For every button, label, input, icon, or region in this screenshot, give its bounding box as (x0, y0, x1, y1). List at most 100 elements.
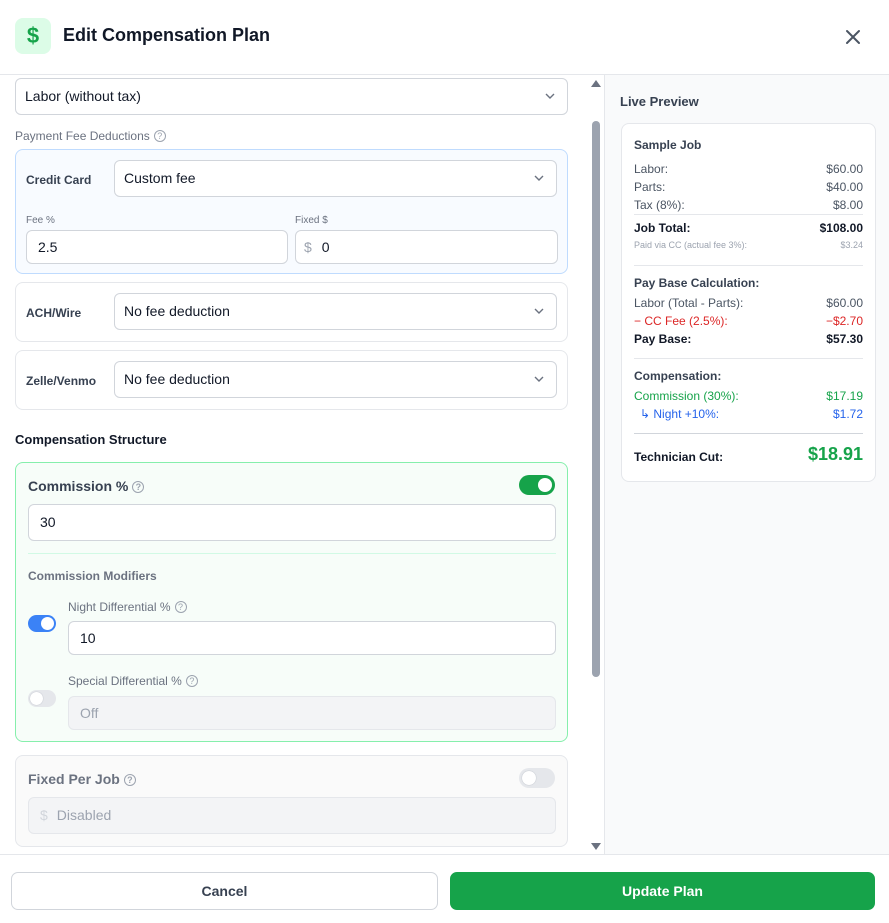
close-icon[interactable] (840, 24, 866, 50)
fixed-per-job-toggle[interactable] (519, 768, 555, 788)
night-preview-value: $1.72 (832, 407, 863, 421)
cancel-button[interactable]: Cancel (11, 872, 438, 910)
chevron-down-icon (534, 175, 544, 181)
special-differential-label: Special Differential %? (68, 674, 198, 688)
labor-minus-parts-value: $60.00 (826, 296, 863, 310)
fee-pct-input[interactable]: 2.5 (26, 230, 288, 264)
scroll-up-arrow-icon[interactable] (591, 80, 601, 87)
commission-card: Commission %? 30 Commission Modifiers Ni… (15, 462, 568, 742)
help-icon[interactable]: ? (185, 675, 198, 687)
dollar-prefix: $ (40, 807, 48, 823)
chevron-down-icon (545, 93, 555, 99)
fixed-fee-label: Fixed $ (295, 215, 328, 226)
commission-label: Commission %? (28, 478, 145, 494)
labor-value: $60.00 (826, 162, 863, 176)
form-scrollbar[interactable] (588, 75, 604, 854)
toggle-knob (538, 478, 552, 492)
credit-card-fee-select-value: Custom fee (124, 170, 196, 186)
payment-fee-label-text: Payment Fee Deductions (15, 129, 150, 143)
dialog-footer: Cancel Update Plan (0, 854, 889, 923)
commission-input[interactable]: 30 (28, 504, 556, 541)
pay-base-select[interactable]: Labor (without tax) (15, 78, 568, 115)
ach-fee-select[interactable]: No fee deduction (114, 293, 557, 330)
night-differential-input[interactable]: 10 (68, 621, 556, 655)
night-differential-toggle[interactable] (28, 615, 56, 632)
scrollbar-thumb[interactable] (592, 121, 600, 677)
sample-job-title: Sample Job (634, 138, 702, 152)
form-panel: Labor (without tax) Payment Fee Deductio… (0, 75, 588, 854)
divider (634, 358, 863, 359)
toggle-knob (522, 771, 536, 785)
fixed-fee-input[interactable]: $0 (295, 230, 558, 264)
night-differential-label-text: Night Differential % (68, 600, 171, 614)
help-icon[interactable]: ? (174, 601, 187, 613)
commission-preview-label: Commission (30%): (634, 389, 739, 403)
tax-label: Tax (8%): (634, 198, 685, 212)
live-preview-panel: Live Preview Sample Job Labor: $60.00 Pa… (604, 75, 889, 854)
scroll-down-arrow-icon[interactable] (591, 843, 601, 850)
fixed-fee-value: 0 (321, 239, 330, 255)
fixed-per-job-placeholder: Disabled (56, 807, 112, 823)
compensation-title: Compensation: (634, 369, 722, 383)
fixed-per-job-label: Fixed Per Job? (28, 771, 136, 787)
ach-label: ACH/Wire (26, 306, 82, 320)
help-icon[interactable]: ? (153, 130, 166, 142)
preview-card: Sample Job Labor: $60.00 Parts: $40.00 T… (621, 123, 876, 482)
commission-label-text: Commission % (28, 478, 129, 494)
pay-base-label: Pay Base: (634, 332, 692, 346)
update-plan-button[interactable]: Update Plan (450, 872, 875, 910)
dollar-icon: $ (15, 18, 51, 54)
parts-label: Parts: (634, 180, 666, 194)
commission-modifiers-title: Commission Modifiers (28, 569, 157, 583)
dollar-prefix: $ (304, 239, 312, 255)
fixed-per-job-input[interactable]: $ Disabled (28, 797, 556, 834)
help-icon[interactable]: ? (132, 481, 145, 493)
pay-base-select-value: Labor (without tax) (25, 88, 141, 104)
night-differential-label: Night Differential %? (68, 600, 187, 614)
credit-card-label: Credit Card (26, 173, 92, 187)
paid-via-cc-note: Paid via CC (actual fee 3%): (634, 240, 748, 250)
commission-preview-value: $17.19 (826, 389, 863, 403)
divider (634, 214, 863, 215)
chevron-down-icon (534, 376, 544, 382)
special-differential-input[interactable]: Off (68, 696, 556, 730)
payment-fee-label: Payment Fee Deductions? (15, 129, 166, 143)
job-total-label: Job Total: (634, 221, 691, 235)
zelle-fee-select[interactable]: No fee deduction (114, 361, 557, 398)
commission-toggle[interactable] (519, 475, 555, 495)
ach-fee-select-value: No fee deduction (124, 303, 230, 319)
dialog-header: $ Edit Compensation Plan (0, 0, 889, 75)
toggle-knob (30, 692, 43, 705)
job-total-value: $108.00 (819, 221, 863, 235)
paid-via-cc-value: $3.24 (840, 240, 863, 250)
zelle-label: Zelle/Venmo (26, 374, 97, 388)
divider (634, 433, 863, 434)
fixed-per-job-card: Fixed Per Job? $ Disabled (15, 755, 568, 847)
special-differential-toggle[interactable] (28, 690, 56, 707)
credit-card-fee-card: Credit Card Custom fee Fee % 2.5 Fixed $… (15, 149, 568, 274)
zelle-fee-select-value: No fee deduction (124, 371, 230, 387)
parts-value: $40.00 (826, 180, 863, 194)
toggle-knob (41, 617, 54, 630)
cc-fee-value: −$2.70 (825, 314, 863, 328)
labor-label: Labor: (634, 162, 669, 176)
divider (28, 553, 556, 554)
fixed-per-job-label-text: Fixed Per Job (28, 771, 120, 787)
ach-fee-card: ACH/Wire No fee deduction (15, 282, 568, 342)
night-preview-label: ↳ Night +10%: (640, 407, 720, 421)
chevron-down-icon (534, 308, 544, 314)
labor-minus-parts-label: Labor (Total - Parts): (634, 296, 744, 310)
technician-cut-label: Technician Cut: (634, 450, 724, 464)
dialog-title: Edit Compensation Plan (63, 25, 271, 45)
technician-cut-value: $18.91 (807, 444, 863, 464)
compensation-structure-title: Compensation Structure (15, 432, 167, 447)
divider (634, 265, 863, 266)
cc-fee-label: − CC Fee (2.5%): (634, 314, 728, 328)
pay-base-value: $57.30 (826, 332, 863, 346)
pay-base-calc-title: Pay Base Calculation: (634, 276, 760, 290)
live-preview-title: Live Preview (620, 94, 699, 109)
special-differential-label-text: Special Differential % (68, 674, 182, 688)
credit-card-fee-select[interactable]: Custom fee (114, 160, 557, 197)
zelle-fee-card: Zelle/Venmo No fee deduction (15, 350, 568, 410)
help-icon[interactable]: ? (123, 774, 136, 786)
